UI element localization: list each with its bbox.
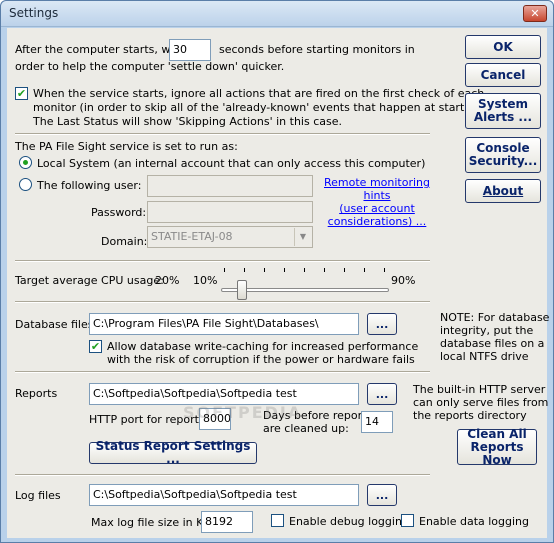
note-line2: integrity, put the: [440, 324, 534, 337]
ignore-line1-label: When the service starts, ignore all acti…: [33, 87, 485, 100]
softpedia-watermark: SOFTPEDIA: [183, 403, 303, 422]
cpu-min-label: 10%: [193, 274, 218, 287]
separator: [15, 260, 430, 262]
hint-line1: Remote monitoring hints: [324, 176, 430, 202]
clean-all-reports-button[interactable]: Clean All Reports Now: [457, 427, 537, 466]
following-user-radio[interactable]: [19, 178, 32, 191]
separator: [15, 301, 430, 303]
settings-window: Settings ✕ After the computer starts, wa…: [0, 0, 554, 543]
slider-tick: [244, 268, 245, 272]
reports-path-input[interactable]: C:\Softpedia\Softpedia\Softpedia test: [89, 383, 359, 405]
slider-tick: [224, 268, 225, 272]
slider-tick: [304, 268, 305, 272]
cpu-label: Target average CPU usage:: [15, 274, 164, 287]
database-note: NOTE: For database integrity, put the da…: [440, 311, 549, 363]
slider-tick: [264, 268, 265, 272]
ignore-line2-label: monitor (in order to skip all of the 'al…: [33, 101, 487, 114]
server-line2: can only serve files from: [413, 396, 549, 409]
separator: [15, 133, 430, 135]
data-logging-label: Enable data logging: [419, 515, 529, 528]
write-cache-line1: Allow database write-caching for increas…: [107, 340, 419, 353]
local-system-label: Local System (an internal account that c…: [37, 157, 426, 170]
startup-wait-input[interactable]: 30: [169, 39, 211, 61]
local-system-radio[interactable]: [19, 156, 32, 169]
log-path-input[interactable]: C:\Softpedia\Softpedia\Softpedia test: [89, 484, 359, 506]
ignore-first-check-checkbox[interactable]: ✔: [15, 87, 28, 100]
note-line3: database files on a: [440, 337, 545, 350]
settings-client-area: After the computer starts, wait 30 secon…: [7, 28, 549, 538]
slider-tick: [344, 268, 345, 272]
slider-thumb[interactable]: [237, 280, 247, 300]
hint-line2: (user account: [339, 202, 415, 215]
server-line3: the reports directory: [413, 409, 527, 422]
service-heading: The PA File Sight service is set to run …: [15, 140, 238, 153]
slider-tick: [384, 268, 385, 272]
days-cleanup-input[interactable]: 14: [361, 411, 393, 433]
domain-label: Domain:: [101, 235, 148, 248]
debug-logging-label: Enable debug logging: [289, 515, 409, 528]
remote-monitoring-hints-link[interactable]: Remote monitoring hints (user account co…: [317, 176, 437, 228]
user-input[interactable]: [147, 175, 313, 197]
following-user-label: The following user:: [37, 179, 142, 192]
console-security-button[interactable]: Console Security...: [465, 137, 541, 173]
domain-select[interactable]: STATIE-ETAJ-08 ▼: [147, 226, 313, 248]
database-path-input[interactable]: C:\Program Files\PA File Sight\Databases…: [89, 313, 359, 335]
password-label: Password:: [91, 206, 147, 219]
log-files-label: Log files: [15, 489, 61, 502]
days-line2: are cleaned up:: [263, 422, 349, 435]
database-browse-button[interactable]: ...: [367, 313, 397, 335]
database-files-label: Database files: [15, 318, 94, 331]
system-alerts-button[interactable]: System Alerts ...: [465, 93, 541, 129]
slider-tick: [364, 268, 365, 272]
window-title: Settings: [9, 6, 59, 20]
slider-tick: [324, 268, 325, 272]
ok-button[interactable]: OK: [465, 35, 541, 59]
wait-line2-label: order to help the computer 'settle down'…: [15, 60, 285, 73]
hint-line3: considerations) ...: [327, 215, 427, 228]
status-report-settings-button[interactable]: Status Report Settings ...: [89, 440, 257, 466]
cpu-current-value: 20%: [155, 274, 180, 287]
separator: [15, 371, 430, 373]
note-line4: local NTFS drive: [440, 350, 529, 363]
server-line1: The built-in HTTP server: [413, 383, 546, 396]
write-cache-line2: with the risk of corruption if the power…: [107, 353, 415, 366]
cpu-max-label: 90%: [391, 274, 416, 287]
max-log-size-label: Max log file size in KB: [91, 516, 211, 529]
about-button[interactable]: About: [465, 179, 541, 203]
http-server-note: The built-in HTTP server can only serve …: [413, 383, 548, 422]
wait-suffix-label: seconds before starting monitors in: [219, 43, 415, 56]
log-browse-button[interactable]: ...: [367, 484, 397, 506]
debug-logging-checkbox[interactable]: [271, 514, 284, 527]
separator: [15, 474, 430, 476]
reports-browse-button[interactable]: ...: [367, 383, 397, 405]
password-input[interactable]: [147, 201, 313, 223]
max-log-size-input[interactable]: 8192: [201, 511, 253, 533]
chevron-down-icon[interactable]: ▼: [294, 228, 311, 246]
reports-label: Reports: [15, 387, 58, 400]
ignore-line3-label: The Last Status will show 'Skipping Acti…: [33, 115, 342, 128]
close-button[interactable]: ✕: [523, 5, 547, 22]
slider-tick: [284, 268, 285, 272]
wait-prefix-label: After the computer starts, wait: [15, 43, 185, 56]
write-cache-checkbox[interactable]: ✔: [89, 340, 102, 353]
note-line1: NOTE: For database: [440, 311, 550, 324]
data-logging-checkbox[interactable]: [401, 514, 414, 527]
title-bar[interactable]: Settings ✕: [1, 1, 553, 27]
cancel-button[interactable]: Cancel: [465, 63, 541, 87]
domain-value: STATIE-ETAJ-08: [151, 230, 233, 243]
